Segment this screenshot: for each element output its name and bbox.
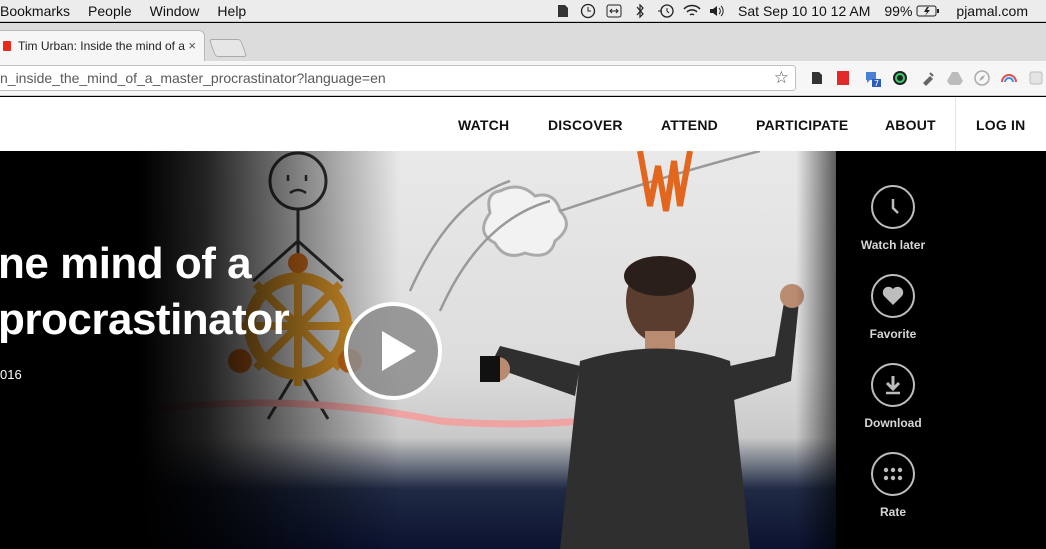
nav-attend[interactable]: ATTEND xyxy=(661,117,718,133)
tools-extension-icon[interactable] xyxy=(918,68,938,88)
hero-right-fade xyxy=(796,151,836,549)
browser-tab[interactable]: Tim Urban: Inside the mind of a × xyxy=(0,30,205,61)
download-icon xyxy=(871,363,915,407)
tab-title: Tim Urban: Inside the mind of a xyxy=(18,39,185,53)
nav-login[interactable]: LOG IN xyxy=(976,117,1025,133)
ted-favicon-icon xyxy=(3,41,11,51)
url-text: n_inside_the_mind_of_a_master_procrastin… xyxy=(0,70,386,86)
notifications-extension-icon[interactable]: 7 xyxy=(862,68,882,88)
battery-icon[interactable] xyxy=(914,0,942,22)
menu-window[interactable]: Window xyxy=(141,3,209,19)
battery-percent[interactable]: 99% xyxy=(877,3,914,19)
drive-extension-icon[interactable] xyxy=(945,68,965,88)
clock[interactable]: Sat Sep 10 10 12 AM xyxy=(731,3,877,19)
download-button[interactable]: Download xyxy=(848,363,938,430)
menu-bar: Bookmarks People Window Help Sat Sep 10 … xyxy=(0,0,1046,22)
nav-discover[interactable]: DISCOVER xyxy=(548,117,623,133)
tab-strip: Tim Urban: Inside the mind of a × xyxy=(0,23,1046,61)
play-button[interactable] xyxy=(344,302,442,400)
play-icon xyxy=(382,331,416,371)
rainbow-extension-icon[interactable] xyxy=(999,68,1019,88)
extension-badge: 7 xyxy=(874,79,879,88)
teamviewer-icon[interactable] xyxy=(601,0,627,22)
talk-title-line-2: procrastinator xyxy=(0,295,290,344)
close-tab-icon[interactable]: × xyxy=(188,38,196,53)
wifi-icon[interactable] xyxy=(679,0,705,22)
volume-icon[interactable] xyxy=(705,0,731,22)
talk-date: 016 xyxy=(0,367,22,382)
menu-help[interactable]: Help xyxy=(208,3,255,19)
rate-button[interactable]: Rate xyxy=(848,452,938,519)
new-tab-button[interactable] xyxy=(208,39,248,57)
user-name[interactable]: pjamal.com xyxy=(942,3,1046,19)
misc-extension-icon[interactable] xyxy=(1026,68,1046,88)
talk-title: ne mind of a procrastinator xyxy=(0,236,290,348)
watch-later-label: Watch later xyxy=(860,238,926,252)
evernote-extension-icon[interactable] xyxy=(806,68,826,88)
menu-people[interactable]: People xyxy=(79,3,141,19)
nav-watch[interactable]: WATCH xyxy=(458,117,509,133)
menu-items: Bookmarks People Window Help xyxy=(0,3,255,19)
browser-toolbar: n_inside_the_mind_of_a_master_procrastin… xyxy=(0,61,1046,96)
status-area: Sat Sep 10 10 12 AM 99% pjamal.com xyxy=(549,0,1046,22)
download-label: Download xyxy=(864,416,922,430)
favorite-label: Favorite xyxy=(869,327,917,341)
video-thumbnail[interactable] xyxy=(140,151,836,549)
rate-label: Rate xyxy=(879,505,906,519)
more-dots-icon xyxy=(871,452,915,496)
address-bar[interactable]: n_inside_the_mind_of_a_master_procrastin… xyxy=(0,65,796,91)
red-bookmark-extension-icon[interactable] xyxy=(833,68,853,88)
color-picker-extension-icon[interactable] xyxy=(890,68,910,88)
compass-extension-icon[interactable] xyxy=(972,68,992,88)
nav-about[interactable]: ABOUT xyxy=(885,117,936,133)
talk-hero: ne mind of a procrastinator 016 Watch la… xyxy=(0,151,1046,549)
history-clock-icon[interactable] xyxy=(653,0,679,22)
favorite-button[interactable]: Favorite xyxy=(848,274,938,341)
bookmark-star-icon[interactable]: ☆ xyxy=(774,66,789,90)
time-machine-icon[interactable] xyxy=(575,0,601,22)
bluetooth-icon[interactable] xyxy=(627,0,653,22)
nav-participate[interactable]: PARTICIPATE xyxy=(756,117,848,133)
watch-later-button[interactable]: Watch later xyxy=(848,185,938,252)
evernote-icon[interactable] xyxy=(549,0,575,22)
heart-icon xyxy=(871,274,915,318)
clock-icon xyxy=(871,185,915,229)
menu-bookmarks[interactable]: Bookmarks xyxy=(0,3,79,19)
talk-title-line-1: ne mind of a xyxy=(0,239,252,288)
nav-divider xyxy=(955,97,956,151)
site-navigation: WATCH DISCOVER ATTEND PARTICIPATE ABOUT … xyxy=(0,97,1046,151)
